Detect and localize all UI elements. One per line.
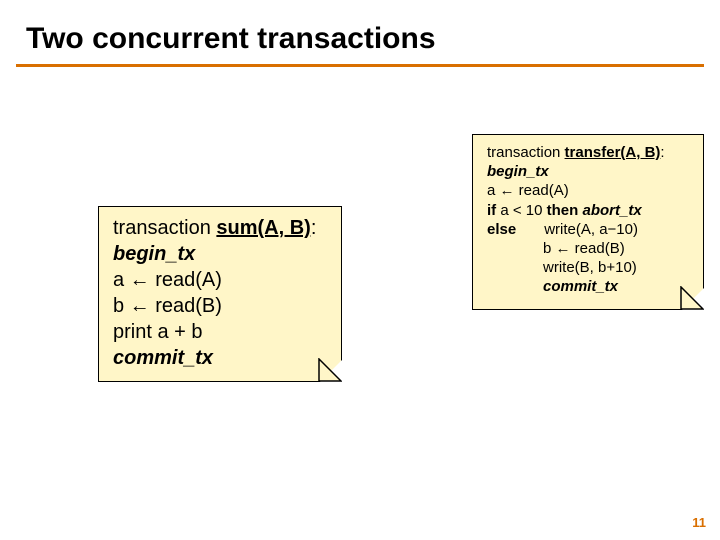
tr-l4-if: if <box>487 202 496 219</box>
title-underline <box>16 64 704 67</box>
sum-line-4: b ← read(B) <box>113 293 327 319</box>
tr-l5-write: write(A, a−10) <box>544 221 638 238</box>
sum-line-1: transaction sum(A, B): <box>113 215 327 241</box>
tr-l1-colon: : <box>660 144 664 161</box>
tr-l4-cond: a < 10 <box>496 202 546 219</box>
tr-line-4: if a < 10 then abort_tx <box>487 201 689 220</box>
tr-line-2: begin_tx <box>487 162 689 181</box>
note-sum: transaction sum(A, B): begin_tx a ← read… <box>98 206 342 382</box>
tr-line-6: b ← read(B) <box>487 239 689 258</box>
tr-line-3: a ← read(A) <box>487 181 689 200</box>
tr-line-8: commit_tx <box>487 277 689 296</box>
tr-line-7: write(B, b+10) <box>487 258 689 277</box>
sum-line-5: print a + b <box>113 319 327 345</box>
sum-line-2: begin_tx <box>113 241 327 267</box>
tr-l4-then: then <box>547 202 583 219</box>
dogear-fold <box>682 288 704 310</box>
tr-line-5: else write(A, a−10) <box>487 220 689 239</box>
tr-l4-abort: abort_tx <box>582 202 641 219</box>
tr-l1-prefix: transaction <box>487 144 565 161</box>
dogear-fold <box>320 360 342 382</box>
slide-title: Two concurrent transactions <box>0 0 720 64</box>
sum-l1-prefix: transaction <box>113 217 216 239</box>
tr-l1-name: transfer(A, B) <box>565 144 661 161</box>
sum-line-3: a ← read(A) <box>113 267 327 293</box>
sum-l1-colon: : <box>311 217 317 239</box>
tr-l5-else: else <box>487 221 516 238</box>
sum-line-6: commit_tx <box>113 345 327 371</box>
page-number: 11 <box>692 515 706 530</box>
sum-l1-name: sum(A, B) <box>216 217 310 239</box>
note-transfer: transaction transfer(A, B): begin_tx a ←… <box>472 134 704 310</box>
tr-line-1: transaction transfer(A, B): <box>487 143 689 162</box>
